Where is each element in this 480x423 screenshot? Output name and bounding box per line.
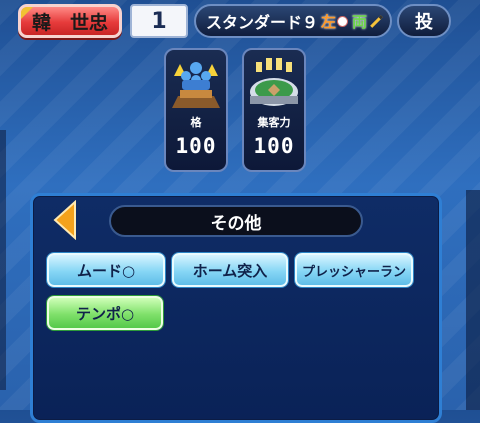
ability-home-dash[interactable]: ホーム突入 xyxy=(172,253,288,287)
stat-label-crowd: 集客力 xyxy=(257,116,291,129)
stat-card-crowd: 集客力 100 xyxy=(242,48,306,172)
stat-value-crowd: 100 xyxy=(253,134,295,158)
stat-card-kaku: 格 100 xyxy=(164,48,228,172)
uniform-number: 1 xyxy=(130,4,188,38)
stadium-icon xyxy=(250,58,298,106)
ability-category-header: その他 xyxy=(109,205,363,237)
player-name: 韓 世忠 xyxy=(31,11,108,34)
batting-hand: 両 xyxy=(352,12,368,31)
ability-pressure-run[interactable]: プレッシャーラン xyxy=(295,253,413,287)
player-title: スタンダード９ xyxy=(206,13,319,32)
player-title-pill[interactable]: スタンダード９ 左 両 xyxy=(194,4,392,38)
ball-icon xyxy=(337,15,349,27)
position-button[interactable]: 投 xyxy=(397,4,451,38)
stat-label-kaku: 格 xyxy=(190,116,202,129)
ability-tempo[interactable]: テンポ○ xyxy=(47,296,163,330)
throwing-hand: 左 xyxy=(321,12,337,31)
player-name-plate[interactable]: 韓 世忠 xyxy=(18,4,122,38)
stat-value-kaku: 100 xyxy=(175,134,217,158)
pencil-icon xyxy=(370,14,383,28)
ability-mood[interactable]: ムード○ xyxy=(47,253,165,287)
ranking-podium-icon xyxy=(172,62,220,108)
back-arrow-icon[interactable] xyxy=(51,200,79,240)
right-edge xyxy=(466,190,480,410)
left-edge xyxy=(0,130,6,390)
